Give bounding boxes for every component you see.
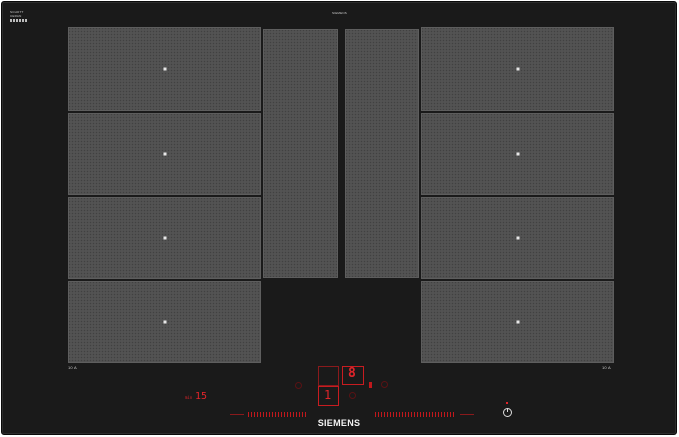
power-indicator-dot [506,402,508,404]
center-mark-icon [516,320,519,324]
center-mark-icon [163,67,166,71]
heat-indicator-icon [369,382,372,388]
zone-select-box-upper[interactable] [318,366,339,386]
cooking-zone-left-3[interactable] [68,197,261,279]
right-zone-rating-label: 10 A [602,365,611,370]
center-mark-icon [163,320,166,324]
cooking-zone-left-2[interactable] [68,113,261,195]
power-level-display: 1 [324,388,332,402]
schott-ceran-logo: SCHOTT CERAN [10,10,24,18]
cooktop-glass: SIEMENS SCHOTT CERAN 10 A 10 A 1 8 15 mi… [1,1,677,435]
cooking-zone-left-4[interactable] [68,281,261,363]
slider-track-right [460,414,474,415]
power-button-stroke [507,408,508,412]
cooking-zone-center-right[interactable] [345,29,419,278]
center-mark-icon [163,152,166,156]
cooking-zone-center-left[interactable] [263,29,338,278]
cooking-zone-left-1[interactable] [68,27,261,111]
cooking-zone-right-1[interactable] [421,27,614,111]
power-slider-left[interactable] [248,412,308,417]
cooking-zone-right-4[interactable] [421,281,614,363]
segment-display: 8 [348,366,356,381]
center-mark-icon [516,236,519,240]
option-icon-right[interactable] [381,381,388,388]
center-mark-icon [163,236,166,240]
brand-logo: SIEMENS [317,418,361,428]
power-slider-right[interactable] [375,412,455,417]
left-zone-rating-label: 10 A [68,365,77,370]
option-icon-center[interactable] [349,392,356,399]
center-mark-icon [516,67,519,71]
option-icon-left[interactable] [295,382,302,389]
cooking-zone-right-2[interactable] [421,113,614,195]
center-mark-icon [516,152,519,156]
timer-unit: min [185,395,193,400]
logo-mark [10,19,28,22]
top-center-label: SIEMENS [332,11,347,15]
cooking-zone-right-3[interactable] [421,197,614,279]
slider-track-left [230,414,244,415]
timer-display: 15 [195,391,208,402]
power-button-icon[interactable] [503,408,512,417]
